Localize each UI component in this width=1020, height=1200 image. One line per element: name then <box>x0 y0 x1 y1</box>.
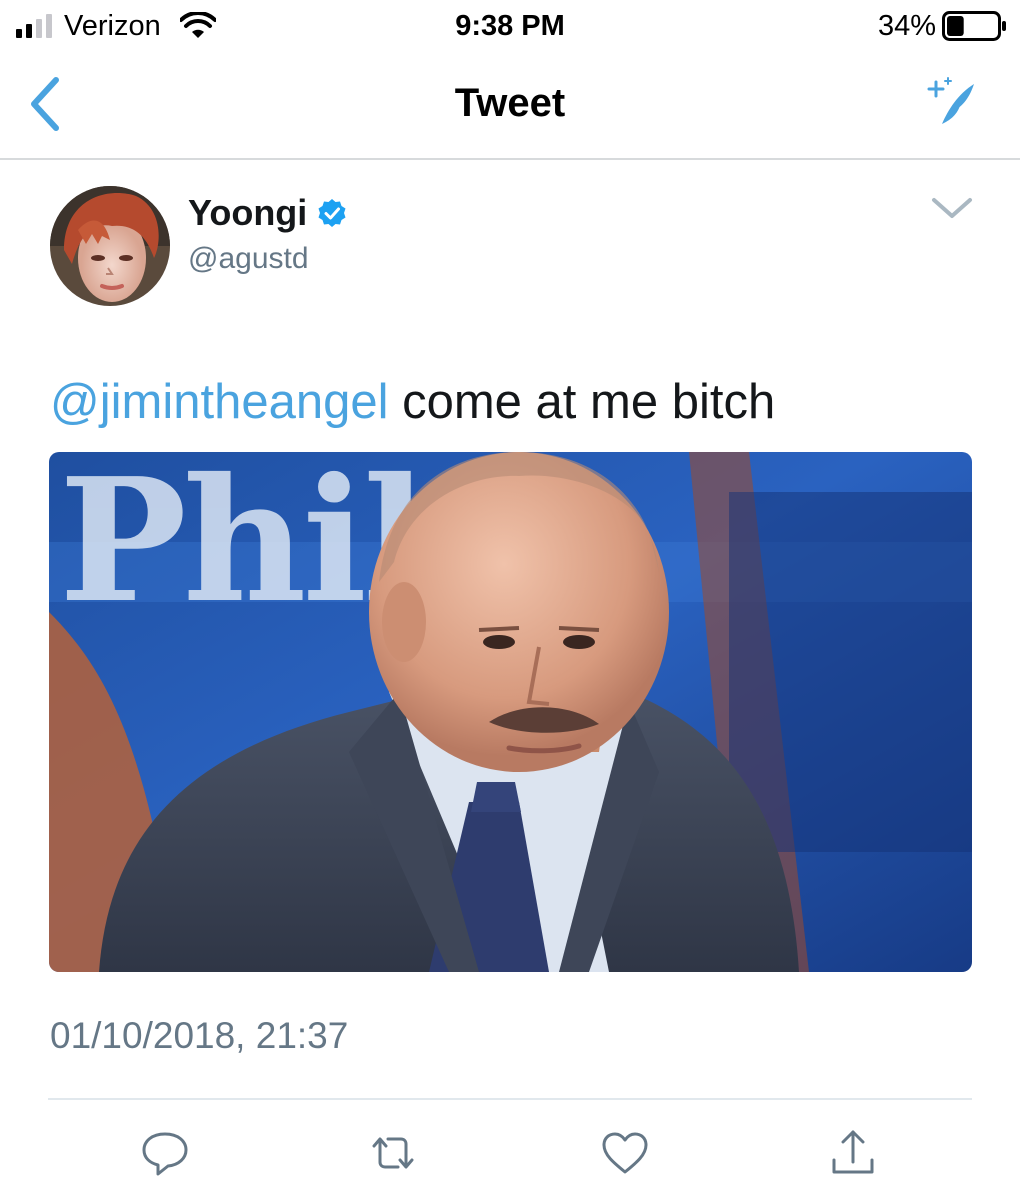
retweet-icon[interactable] <box>368 1128 418 1178</box>
status-time: 9:38 PM <box>455 10 565 42</box>
mention-link[interactable]: @jimintheangel <box>50 375 388 429</box>
divider <box>48 1098 972 1100</box>
author-name-row: Yoongi <box>188 190 347 236</box>
chevron-down-icon[interactable] <box>930 192 974 222</box>
page-title: Tweet <box>454 81 566 125</box>
status-bar: Verizon 9:38 PM 34% <box>0 0 1020 52</box>
author-handle[interactable]: @agustd <box>188 240 309 278</box>
tweet-media-photo[interactable]: Phil <box>49 452 972 972</box>
heart-icon[interactable] <box>600 1128 650 1178</box>
navigation-bar: Tweet <box>0 52 1020 160</box>
author-avatar[interactable] <box>50 186 170 306</box>
tweet-timestamp: 01/10/2018, 21:37 <box>50 1015 349 1056</box>
reply-icon[interactable] <box>140 1128 190 1178</box>
share-icon[interactable] <box>828 1128 878 1178</box>
author-display-name[interactable]: Yoongi <box>188 191 307 235</box>
tweet-text: @jimintheangel come at me bitch <box>50 372 990 432</box>
compose-tweet-icon[interactable] <box>922 76 978 128</box>
battery-percent: 34% <box>877 10 936 42</box>
battery-icon <box>942 11 1006 41</box>
verified-badge-icon <box>318 199 346 227</box>
tweet-body-text: come at me bitch <box>388 375 776 429</box>
